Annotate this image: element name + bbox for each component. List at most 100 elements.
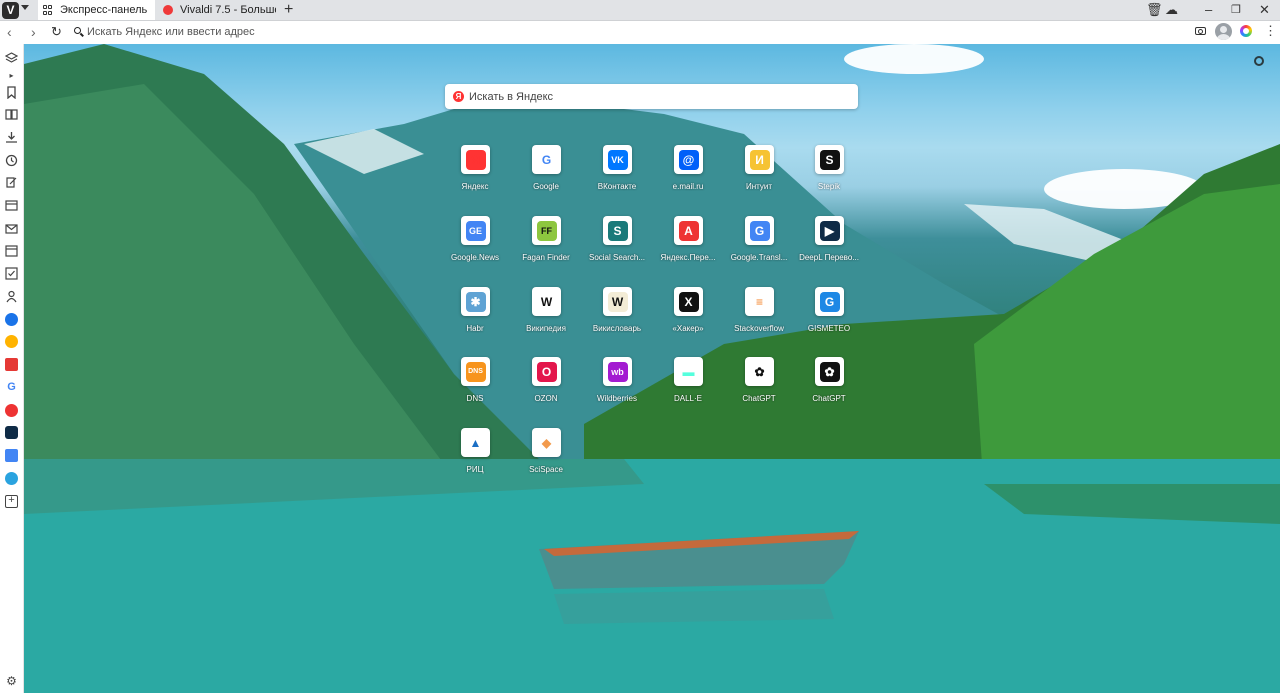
speed-dial-tile[interactable]: wb Wildberries bbox=[582, 357, 652, 417]
bookmark-icon[interactable] bbox=[5, 86, 18, 100]
yandex-translate-panel-icon[interactable] bbox=[5, 404, 18, 417]
tab-vivaldi[interactable]: Vivaldi 7.5 - Больше красок bbox=[158, 0, 276, 20]
minimize-button[interactable]: – bbox=[1205, 0, 1212, 20]
stackoverflow-icon: ≡ bbox=[745, 287, 774, 316]
cloud-sync-icon[interactable]: ☁ bbox=[1165, 0, 1178, 20]
calendar-icon[interactable] bbox=[5, 244, 18, 257]
speed-dial-tile[interactable]: @ e.mail.ru bbox=[653, 145, 723, 205]
tile-glyph: S bbox=[819, 149, 840, 170]
vivaldi-menu-icon[interactable]: V bbox=[2, 2, 19, 19]
speed-dial-tile[interactable]: ≡ Stackoverflow bbox=[724, 287, 794, 347]
web-panel-1-icon[interactable] bbox=[5, 313, 18, 326]
tasks-icon[interactable] bbox=[5, 267, 18, 280]
tile-label: Интуит bbox=[745, 182, 773, 191]
tile-label: Stepik bbox=[817, 182, 841, 191]
tile-glyph: A bbox=[678, 220, 699, 241]
tile-glyph: wb bbox=[607, 361, 628, 382]
telegram-icon[interactable] bbox=[5, 472, 18, 485]
chevron-down-icon[interactable] bbox=[21, 5, 29, 10]
address-input[interactable] bbox=[87, 24, 787, 40]
notes-icon[interactable] bbox=[5, 176, 18, 189]
download-icon[interactable] bbox=[5, 131, 18, 144]
google-icon: G bbox=[532, 145, 561, 174]
speed-dial-tile[interactable]: S Stepik bbox=[794, 145, 864, 205]
ric-icon: ▲ bbox=[461, 428, 490, 457]
tile-label: Яндекс.Пере... bbox=[660, 253, 716, 262]
camera-icon[interactable] bbox=[1195, 27, 1206, 35]
social-search-icon: S bbox=[603, 216, 632, 245]
speed-dial-icon bbox=[43, 5, 53, 15]
tile-glyph: ▲ bbox=[465, 432, 486, 453]
speed-dial-search-input[interactable] bbox=[469, 88, 849, 105]
address-bar: ‹ › ↻ ⋮ bbox=[0, 21, 1280, 45]
tile-label: Habr bbox=[466, 324, 484, 333]
chatgpt-dark-icon: ✿ bbox=[815, 357, 844, 386]
xakep-icon: X bbox=[674, 287, 703, 316]
tab-label: Vivaldi 7.5 - Больше красок bbox=[180, 4, 276, 16]
speed-dial-tile[interactable]: W Википедия bbox=[511, 287, 581, 347]
speed-dial-tile[interactable]: ◆ SciSpace bbox=[511, 428, 581, 488]
contacts-icon[interactable] bbox=[5, 290, 18, 303]
reload-button[interactable]: ↻ bbox=[51, 24, 62, 40]
search-icon bbox=[74, 27, 81, 34]
yandex-search-icon: Я bbox=[453, 91, 464, 102]
trash-icon[interactable]: 🗑 bbox=[1146, 0, 1163, 20]
tile-label: Wildberries bbox=[596, 394, 637, 403]
speed-dial-tile[interactable]: VK ВКонтакте bbox=[582, 145, 652, 205]
more-menu-icon[interactable]: ⋮ bbox=[1264, 23, 1277, 39]
google-panel-icon[interactable]: G bbox=[5, 381, 18, 394]
web-panel-2-icon[interactable] bbox=[5, 335, 18, 348]
window-panel-icon[interactable] bbox=[5, 199, 18, 212]
tile-label: Google.News bbox=[450, 253, 500, 262]
speed-dial-tile[interactable]: Я Яндекс bbox=[440, 145, 510, 205]
speed-dial-tile[interactable]: G Google.Transl... bbox=[724, 216, 794, 276]
speed-dial-tile[interactable]: O OZON bbox=[511, 357, 581, 417]
chevron-right-icon[interactable]: ▸ bbox=[5, 69, 18, 82]
speed-dial-tile[interactable]: W Викисловарь bbox=[582, 287, 652, 347]
speed-dial-tile[interactable]: ▶ DeepL Перево... bbox=[794, 216, 864, 276]
speed-dial-tile[interactable]: ✿ ChatGPT bbox=[724, 357, 794, 417]
speed-dial-tile[interactable]: A Яндекс.Пере... bbox=[653, 216, 723, 276]
tile-label: DALL·E bbox=[673, 394, 702, 403]
speed-dial-tile[interactable]: ▬ DALL·E bbox=[653, 357, 723, 417]
speed-dial-tile[interactable]: S Social Search... bbox=[582, 216, 652, 276]
google-translate-icon: G bbox=[745, 216, 774, 245]
tile-label: GISMETEO bbox=[807, 324, 851, 333]
speed-dial-tile[interactable]: И Интуит bbox=[724, 145, 794, 205]
speed-dial-tile[interactable]: DNS DNS bbox=[440, 357, 510, 417]
speed-dial-tile[interactable]: G Google bbox=[511, 145, 581, 205]
settings-gear-icon[interactable]: ⚙ bbox=[5, 675, 18, 688]
speed-dial-tile[interactable]: G GISMETEO bbox=[794, 287, 864, 347]
tab-speed-dial[interactable]: Экспресс-панель bbox=[38, 0, 155, 20]
theme-color-icon[interactable] bbox=[1240, 25, 1252, 37]
close-button[interactable]: ✕ bbox=[1259, 0, 1270, 20]
tile-label: «Хакер» bbox=[672, 324, 704, 333]
speed-dial-tile[interactable]: GE Google.News bbox=[440, 216, 510, 276]
google-translate-panel-icon[interactable] bbox=[5, 449, 18, 462]
web-panel-3-icon[interactable] bbox=[5, 358, 18, 371]
speed-dial-tile[interactable]: ✿ ChatGPT bbox=[794, 357, 864, 417]
reading-list-icon[interactable] bbox=[5, 108, 18, 121]
layers-icon[interactable] bbox=[4, 52, 19, 65]
speed-dial-tile[interactable]: ✱ Habr bbox=[440, 287, 510, 347]
tile-glyph: G bbox=[536, 149, 557, 170]
profile-avatar[interactable] bbox=[1215, 23, 1232, 40]
deepl-panel-icon[interactable] bbox=[5, 426, 18, 439]
tile-glyph: G bbox=[819, 291, 840, 312]
tile-label: ВКонтакте bbox=[597, 182, 637, 191]
history-icon[interactable] bbox=[5, 154, 18, 167]
speed-dial-tile[interactable]: FF Fagan Finder bbox=[511, 216, 581, 276]
mail-icon[interactable] bbox=[5, 222, 18, 235]
speed-dial-tile[interactable]: X «Хакер» bbox=[653, 287, 723, 347]
back-button[interactable]: ‹ bbox=[7, 24, 12, 40]
add-panel-icon[interactable]: + bbox=[5, 495, 18, 508]
speed-dial-tile[interactable]: ▲ РИЦ bbox=[440, 428, 510, 488]
forward-button[interactable]: › bbox=[31, 24, 36, 40]
maximize-button[interactable]: ❐ bbox=[1231, 0, 1241, 20]
tile-label: Викисловарь bbox=[592, 324, 642, 333]
new-tab-button[interactable]: + bbox=[284, 1, 293, 19]
wildberries-icon: wb bbox=[603, 357, 632, 386]
tile-label: Stackoverflow bbox=[734, 324, 784, 333]
speed-dial-settings-icon[interactable] bbox=[1254, 56, 1264, 66]
scispace-icon: ◆ bbox=[532, 428, 561, 457]
